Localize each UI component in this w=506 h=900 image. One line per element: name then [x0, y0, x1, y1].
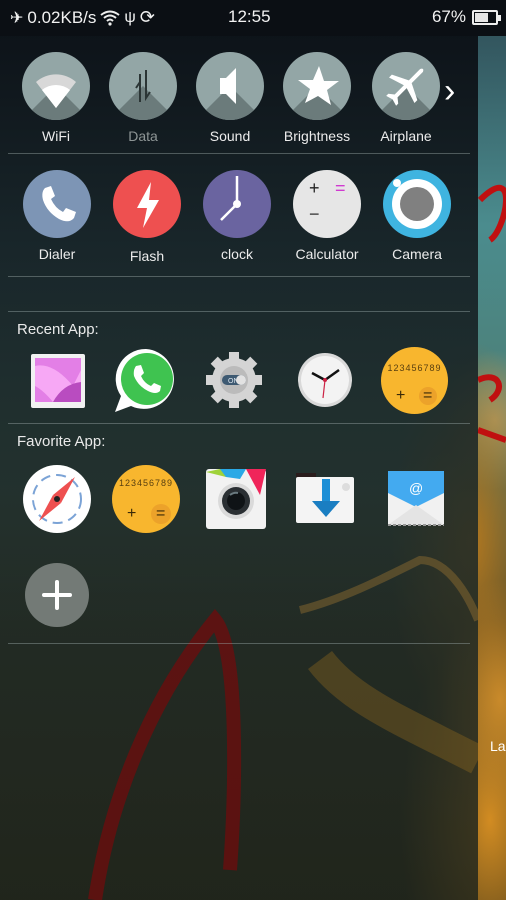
- wifi-icon: [100, 10, 121, 26]
- divider: [8, 423, 470, 424]
- download-icon: [296, 473, 354, 523]
- shortcut-calculator[interactable]: + = − Calculator: [282, 170, 372, 262]
- gallery-icon: [31, 354, 85, 408]
- clock-time: 12:55: [228, 7, 271, 26]
- star-icon: [298, 66, 339, 105]
- battery-percent: 67%: [431, 7, 466, 26]
- toggle-airplane[interactable]: Airplane: [361, 52, 451, 144]
- recent-app-settings[interactable]: ON: [200, 346, 268, 414]
- toggle-wifi[interactable]: WiFi: [11, 52, 101, 144]
- calculator-app-icon: 123456789 + =: [381, 347, 448, 414]
- calc-digits: 123456789: [118, 478, 174, 488]
- toggle-brightness[interactable]: Brightness: [272, 52, 362, 144]
- sync-icon: ⟳: [139, 7, 155, 27]
- data-icon: [135, 70, 151, 102]
- airplane-icon: [386, 68, 424, 106]
- toggle-data[interactable]: Data: [98, 52, 188, 144]
- divider: [8, 153, 470, 154]
- usb-icon: ψ: [124, 8, 136, 26]
- calc-digits: 123456789: [387, 363, 442, 373]
- favorite-app-downloads[interactable]: [292, 465, 360, 533]
- status-bar: ✈ 0.02KB/s ψ ⟳ 12:55 67%: [0, 0, 506, 36]
- shortcut-flash[interactable]: Flash: [102, 170, 192, 264]
- background-label-edge: La: [490, 738, 506, 754]
- plus-icon: [42, 580, 72, 610]
- divider: [8, 643, 470, 644]
- calculator-icon: +: [309, 178, 320, 198]
- calculator-minus: −: [309, 204, 320, 224]
- divider: [8, 276, 470, 277]
- favorite-app-email[interactable]: @: [382, 465, 450, 533]
- calc-equals: =: [423, 387, 433, 404]
- whatsapp-icon: [115, 348, 174, 412]
- calc-equals: =: [156, 505, 166, 522]
- add-favorite-button[interactable]: [25, 563, 89, 627]
- photo-camera-icon: [206, 469, 266, 529]
- divider: [8, 311, 470, 312]
- network-speed: 0.02KB/s: [27, 7, 97, 27]
- recent-app-gallery[interactable]: [23, 346, 91, 414]
- calculator-app-icon: 123456789 + =: [112, 465, 180, 533]
- camera-icon: [392, 179, 442, 229]
- analog-clock-icon: [298, 353, 352, 407]
- more-toggles-chevron-right-icon[interactable]: ›: [444, 74, 455, 108]
- airplane-mode-icon: ✈: [10, 9, 24, 27]
- shortcut-clock[interactable]: clock: [192, 170, 282, 262]
- shortcut-dialer[interactable]: Dialer: [12, 170, 102, 262]
- calc-plus: +: [127, 505, 137, 522]
- recent-app-clock[interactable]: [290, 346, 358, 414]
- phone-icon: [42, 186, 76, 222]
- compass-icon: [23, 465, 91, 533]
- recent-app-calculator[interactable]: 123456789 + =: [380, 346, 448, 414]
- flash-icon: [137, 182, 159, 228]
- calculator-equals: =: [335, 178, 346, 198]
- wifi-icon: [36, 74, 76, 108]
- toggle-sound[interactable]: Sound: [185, 52, 275, 144]
- speaker-icon: [220, 68, 236, 104]
- recent-app-whatsapp[interactable]: [112, 346, 180, 414]
- favorite-app-browser[interactable]: [23, 465, 91, 533]
- favorite-apps-title: Favorite App:: [17, 433, 106, 450]
- shortcut-camera[interactable]: Camera: [372, 170, 462, 262]
- email-icon: @: [388, 471, 444, 526]
- battery-icon: [472, 9, 501, 25]
- favorite-app-photo-editor[interactable]: [202, 465, 270, 533]
- favorite-app-calculator[interactable]: 123456789 + =: [112, 465, 180, 533]
- settings-gear-icon: ON: [206, 352, 262, 408]
- recent-apps-title: Recent App:: [17, 321, 99, 338]
- calc-plus: +: [396, 387, 406, 404]
- clock-icon: [220, 176, 241, 221]
- email-at-glyph: @: [409, 480, 423, 496]
